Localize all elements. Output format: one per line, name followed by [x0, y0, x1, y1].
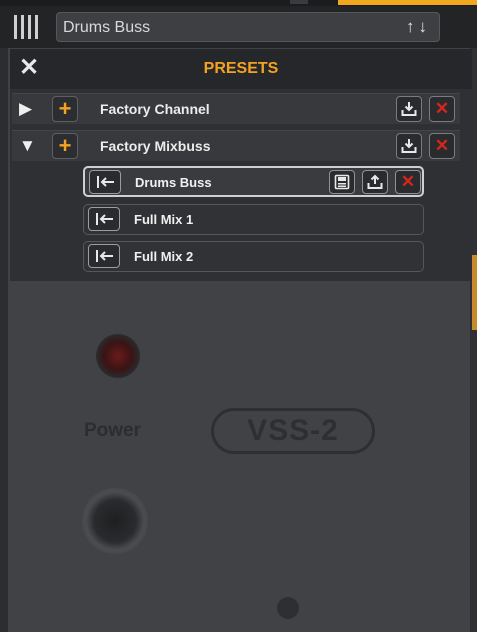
model-badge: VSS-2 — [211, 408, 375, 454]
load-preset-icon[interactable] — [89, 170, 121, 194]
delete-icon[interactable]: ✕ — [429, 133, 455, 159]
add-preset-button[interactable]: + — [52, 96, 78, 122]
group-label: Factory Channel — [100, 101, 210, 117]
preset-item-full-mix-1[interactable]: Full Mix 1 — [83, 204, 424, 235]
accent-bar — [338, 0, 477, 5]
preset-item-drums-buss[interactable]: Drums Buss ✕ — [83, 166, 424, 197]
preset-label: Drums Buss — [135, 175, 212, 190]
import-icon[interactable] — [396, 96, 422, 122]
group-label: Factory Mixbuss — [100, 138, 211, 154]
preset-group-factory-mixbuss[interactable]: ▼ + Factory Mixbuss ✕ — [12, 130, 460, 161]
sidechain-jack — [82, 488, 148, 554]
delete-icon[interactable]: ✕ — [429, 96, 455, 122]
preset-group-factory-channel[interactable]: ▶ + Factory Channel ✕ — [12, 93, 460, 124]
power-label: Power — [84, 420, 142, 441]
grip-icon[interactable] — [14, 15, 42, 39]
load-preset-icon[interactable] — [88, 207, 120, 231]
right-edge-accent — [472, 255, 477, 330]
presets-header: ✕ PRESETS — [10, 49, 472, 89]
delete-icon[interactable]: ✕ — [395, 170, 421, 194]
export-icon[interactable] — [362, 170, 388, 194]
power-led[interactable] — [96, 334, 140, 378]
presets-title: PRESETS — [203, 60, 279, 77]
up-down-arrows-icon[interactable]: ↑↓ — [406, 17, 431, 37]
load-preset-icon[interactable] — [88, 244, 120, 268]
top-tab — [290, 0, 308, 4]
collapse-triangle-icon[interactable]: ▼ — [19, 136, 36, 156]
preset-label: Full Mix 1 — [134, 212, 194, 227]
current-preset-name: Drums Buss — [63, 19, 151, 36]
preset-item-full-mix-2[interactable]: Full Mix 2 — [83, 241, 424, 272]
import-icon[interactable] — [396, 133, 422, 159]
plugin-header: Drums Buss ↑↓ — [0, 6, 477, 48]
save-icon[interactable] — [329, 170, 355, 194]
preset-selector[interactable]: Drums Buss ↑↓ — [56, 12, 440, 42]
expand-triangle-icon[interactable]: ▶ — [19, 99, 32, 119]
add-preset-button[interactable]: + — [52, 133, 78, 159]
presets-panel: ✕ PRESETS ▶ + Factory Channel ✕ ▼ + Fact… — [10, 49, 472, 281]
preset-label: Full Mix 2 — [134, 249, 194, 264]
screw-dot — [277, 597, 299, 619]
